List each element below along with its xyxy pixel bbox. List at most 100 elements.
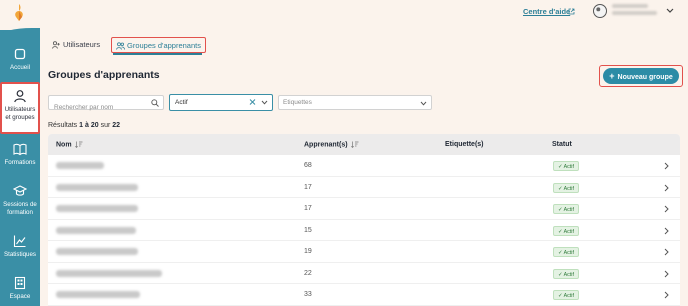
sidebar-item-label: Espace (9, 293, 31, 300)
page-title: Groupes d'apprenants (48, 69, 160, 81)
user-name-blurred[interactable] (612, 4, 657, 18)
status-badge-label: Actif (563, 293, 574, 299)
column-header-apprenants[interactable]: Apprenant(s) (304, 141, 359, 148)
status-badge: ✓ Actif (553, 225, 579, 236)
column-header-nom[interactable]: Nom (56, 141, 83, 148)
chart-line-icon (13, 235, 26, 248)
chevron-down-icon[interactable] (666, 8, 674, 14)
help-center-link[interactable]: Centre d'aide (523, 7, 570, 16)
sidebar-item-utilisateurs-et-groupes[interactable]: Utilisateurs et groupes (0, 82, 40, 134)
results-prefix: Résultats (48, 122, 78, 129)
active-tab-indicator (113, 53, 202, 55)
status-badge-label: Actif (563, 271, 574, 278)
learner-count: 17 (304, 183, 312, 191)
logo-icon (15, 4, 23, 21)
new-group-label: Nouveau groupe (617, 74, 673, 81)
table-row[interactable]: 33 ✓ Actif (48, 284, 680, 306)
table-row[interactable]: 17 ✓ Actif (48, 198, 680, 220)
status-badge-label: Actif (563, 228, 574, 235)
labels-select-placeholder: Etiquettes (283, 99, 312, 106)
tab-label: Groupes d'apprenants (127, 41, 201, 50)
tab-label: Utilisateurs (63, 40, 101, 49)
chevron-right-icon[interactable] (664, 205, 669, 213)
learner-count: 68 (304, 162, 312, 169)
sidebar-item-label: Accueil (10, 64, 30, 71)
chevron-right-icon[interactable] (664, 184, 669, 192)
external-link-icon (568, 8, 575, 15)
tab-utilisateurs[interactable]: Utilisateurs (52, 40, 100, 49)
table-row[interactable]: 17 ✓ Actif (48, 177, 680, 198)
sidebar-item-accueil[interactable]: Accueil (0, 47, 40, 87)
group-name-blurred (56, 226, 136, 234)
group-name-blurred (56, 269, 162, 277)
table-row[interactable]: 15 ✓ Actif (48, 220, 680, 241)
status-badge: ✓ Actif (553, 268, 579, 279)
status-badge: ✓ Actif (553, 161, 579, 171)
status-badge-label: Actif (563, 207, 574, 213)
learner-count: 15 (304, 226, 312, 234)
learner-count: 17 (304, 205, 312, 212)
table-row[interactable]: 19 ✓ Actif (48, 241, 680, 263)
results-mid: sur (100, 122, 111, 129)
status-badge-label: Actif (563, 250, 574, 256)
new-group-button[interactable]: + Nouveau groupe (603, 68, 679, 84)
search-field[interactable] (48, 95, 164, 114)
status-badge: ✓ Actif (553, 182, 579, 193)
sort-icon[interactable] (74, 141, 83, 148)
table-header: Nom Apprenant(s) Etiquette(s) Statut (48, 134, 680, 155)
column-header-label: Nom (56, 141, 72, 149)
column-header-label: Apprenant(s) (304, 141, 348, 149)
top-bar: Centre d'aide (40, 0, 688, 26)
building-icon (14, 276, 26, 290)
group-name-blurred (56, 248, 138, 255)
avatar[interactable] (593, 4, 607, 18)
sidebar-item-label: Statistiques (4, 251, 36, 258)
sidebar-item-sessions[interactable]: Sessions de formation (0, 184, 40, 224)
group-name-blurred (56, 162, 104, 169)
clear-icon[interactable] (249, 98, 256, 106)
tab-groupes-apprenants[interactable]: Groupes d'apprenants (111, 37, 206, 53)
book-icon (13, 143, 27, 156)
chevron-right-icon[interactable] (664, 291, 669, 299)
status-badge: ✓ Actif (553, 204, 579, 214)
sidebar-item-formations[interactable]: Formations (0, 142, 40, 182)
labels-select[interactable]: Etiquettes (278, 95, 432, 110)
sidebar-item-label: Utilisateurs et groupes (4, 106, 36, 121)
status-select-value: Actif (175, 99, 188, 106)
sidebar: Accueil Utilisateurs et groupes Formatio… (0, 0, 40, 306)
learner-count: 19 (304, 248, 312, 255)
results-total: 22 (112, 122, 121, 129)
user-icon (14, 90, 26, 103)
chevron-right-icon[interactable] (664, 270, 669, 278)
graduation-cap-icon (13, 185, 27, 196)
group-name-blurred (56, 183, 138, 191)
chevron-right-icon[interactable] (664, 227, 669, 235)
search-icon[interactable] (151, 99, 159, 107)
chevron-right-icon[interactable] (664, 248, 669, 256)
logo-area (0, 0, 40, 30)
status-badge: ✓ Actif (553, 290, 579, 300)
sidebar-item-label: Sessions de formation (3, 201, 37, 216)
table-row[interactable]: 22 ✓ Actif (48, 263, 680, 284)
search-input[interactable] (49, 101, 143, 114)
user-plus-icon (52, 41, 60, 49)
learner-count: 33 (304, 291, 312, 298)
chevron-right-icon[interactable] (664, 162, 669, 170)
sidebar-item-statistiques[interactable]: Statistiques (0, 234, 40, 274)
status-select[interactable]: Actif (169, 94, 273, 111)
status-badge: ✓ Actif (553, 247, 579, 257)
results-count: Résultats 1 à 20 sur 22 (48, 122, 120, 129)
groups-table: Nom Apprenant(s) Etiquette(s) Statut 68 … (48, 134, 680, 306)
user-avatar-icon (596, 7, 601, 12)
status-badge-label: Actif (563, 185, 574, 192)
chevron-down-icon[interactable] (261, 100, 268, 105)
users-group-icon (116, 42, 125, 50)
sidebar-item-espace[interactable]: Espace (0, 276, 40, 306)
chevron-down-icon[interactable] (420, 101, 427, 106)
sort-icon[interactable] (350, 141, 359, 148)
group-name-blurred (56, 291, 140, 298)
plus-icon: + (609, 71, 615, 81)
home-icon (14, 48, 26, 60)
status-badge-label: Actif (563, 164, 574, 170)
table-row[interactable]: 68 ✓ Actif (48, 155, 680, 177)
